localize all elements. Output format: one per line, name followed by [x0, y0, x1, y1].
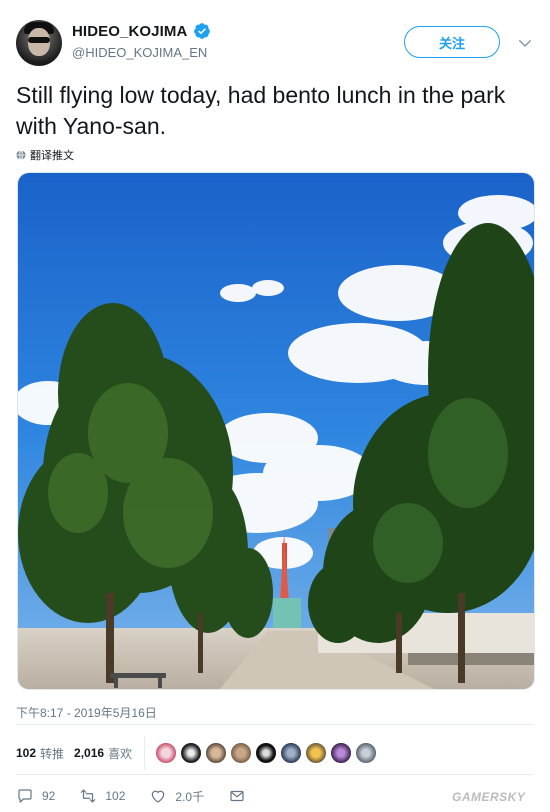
like-button[interactable]: 2.0千	[149, 787, 204, 805]
avatar[interactable]	[16, 20, 62, 66]
liker-avatar[interactable]	[255, 742, 278, 764]
likes-label: 喜欢	[108, 746, 133, 761]
follow-button[interactable]: 关注	[404, 26, 500, 58]
liker-avatar[interactable]	[305, 742, 328, 764]
liker-avatar[interactable]	[230, 742, 253, 764]
tweet-photo[interactable]	[17, 172, 535, 690]
reply-count: 92	[42, 789, 56, 803]
retweets-label: 转推	[40, 746, 65, 761]
envelope-icon	[230, 790, 244, 802]
liker-avatar[interactable]	[355, 742, 378, 764]
liker-avatar[interactable]	[280, 742, 303, 764]
liker-avatar[interactable]	[180, 742, 203, 764]
reply-button[interactable]: 92	[16, 787, 55, 805]
retweet-button[interactable]: 102	[79, 787, 125, 805]
liker-avatars	[155, 742, 378, 764]
retweet-icon	[81, 789, 96, 803]
tweet-header: HIDEO_KOJIMA @HIDEO_KOJIMA_EN 关注	[16, 18, 534, 70]
retweets-count: 102	[16, 746, 37, 760]
divider	[144, 736, 146, 770]
liker-avatar[interactable]	[330, 742, 353, 764]
divider	[16, 724, 534, 725]
liker-avatar[interactable]	[155, 742, 178, 764]
display-name[interactable]: HIDEO_KOJIMA	[72, 23, 187, 40]
watermark: GAMERSKY	[452, 790, 526, 804]
heart-icon	[152, 790, 165, 803]
park-photo-image	[18, 173, 534, 689]
likes-stat[interactable]: 2,016 喜欢	[74, 745, 132, 762]
verified-badge-icon	[194, 23, 211, 39]
likes-count: 2,016	[74, 746, 105, 760]
like-count: 2.0千	[175, 789, 205, 804]
retweet-count: 102	[105, 789, 126, 803]
translate-label[interactable]: 翻译推文	[30, 147, 74, 163]
translate-link[interactable]: 翻译推文	[16, 147, 74, 163]
globe-icon	[16, 150, 26, 160]
handle[interactable]: @HIDEO_KOJIMA_EN	[72, 45, 207, 60]
direct-message-button[interactable]	[228, 787, 246, 805]
reply-icon	[18, 789, 32, 803]
chevron-down-icon[interactable]	[516, 34, 534, 52]
stats-row: 102 转推 2,016 喜欢	[16, 736, 534, 770]
divider	[16, 774, 534, 775]
tweet-text: Still flying low today, had bento lunch …	[16, 82, 506, 139]
liker-avatar[interactable]	[205, 742, 228, 764]
tweet-timestamp[interactable]: 下午8:17 - 2019年5月16日	[16, 704, 157, 721]
name-row: HIDEO_KOJIMA	[72, 22, 211, 40]
retweets-stat[interactable]: 102 转推	[16, 745, 64, 762]
